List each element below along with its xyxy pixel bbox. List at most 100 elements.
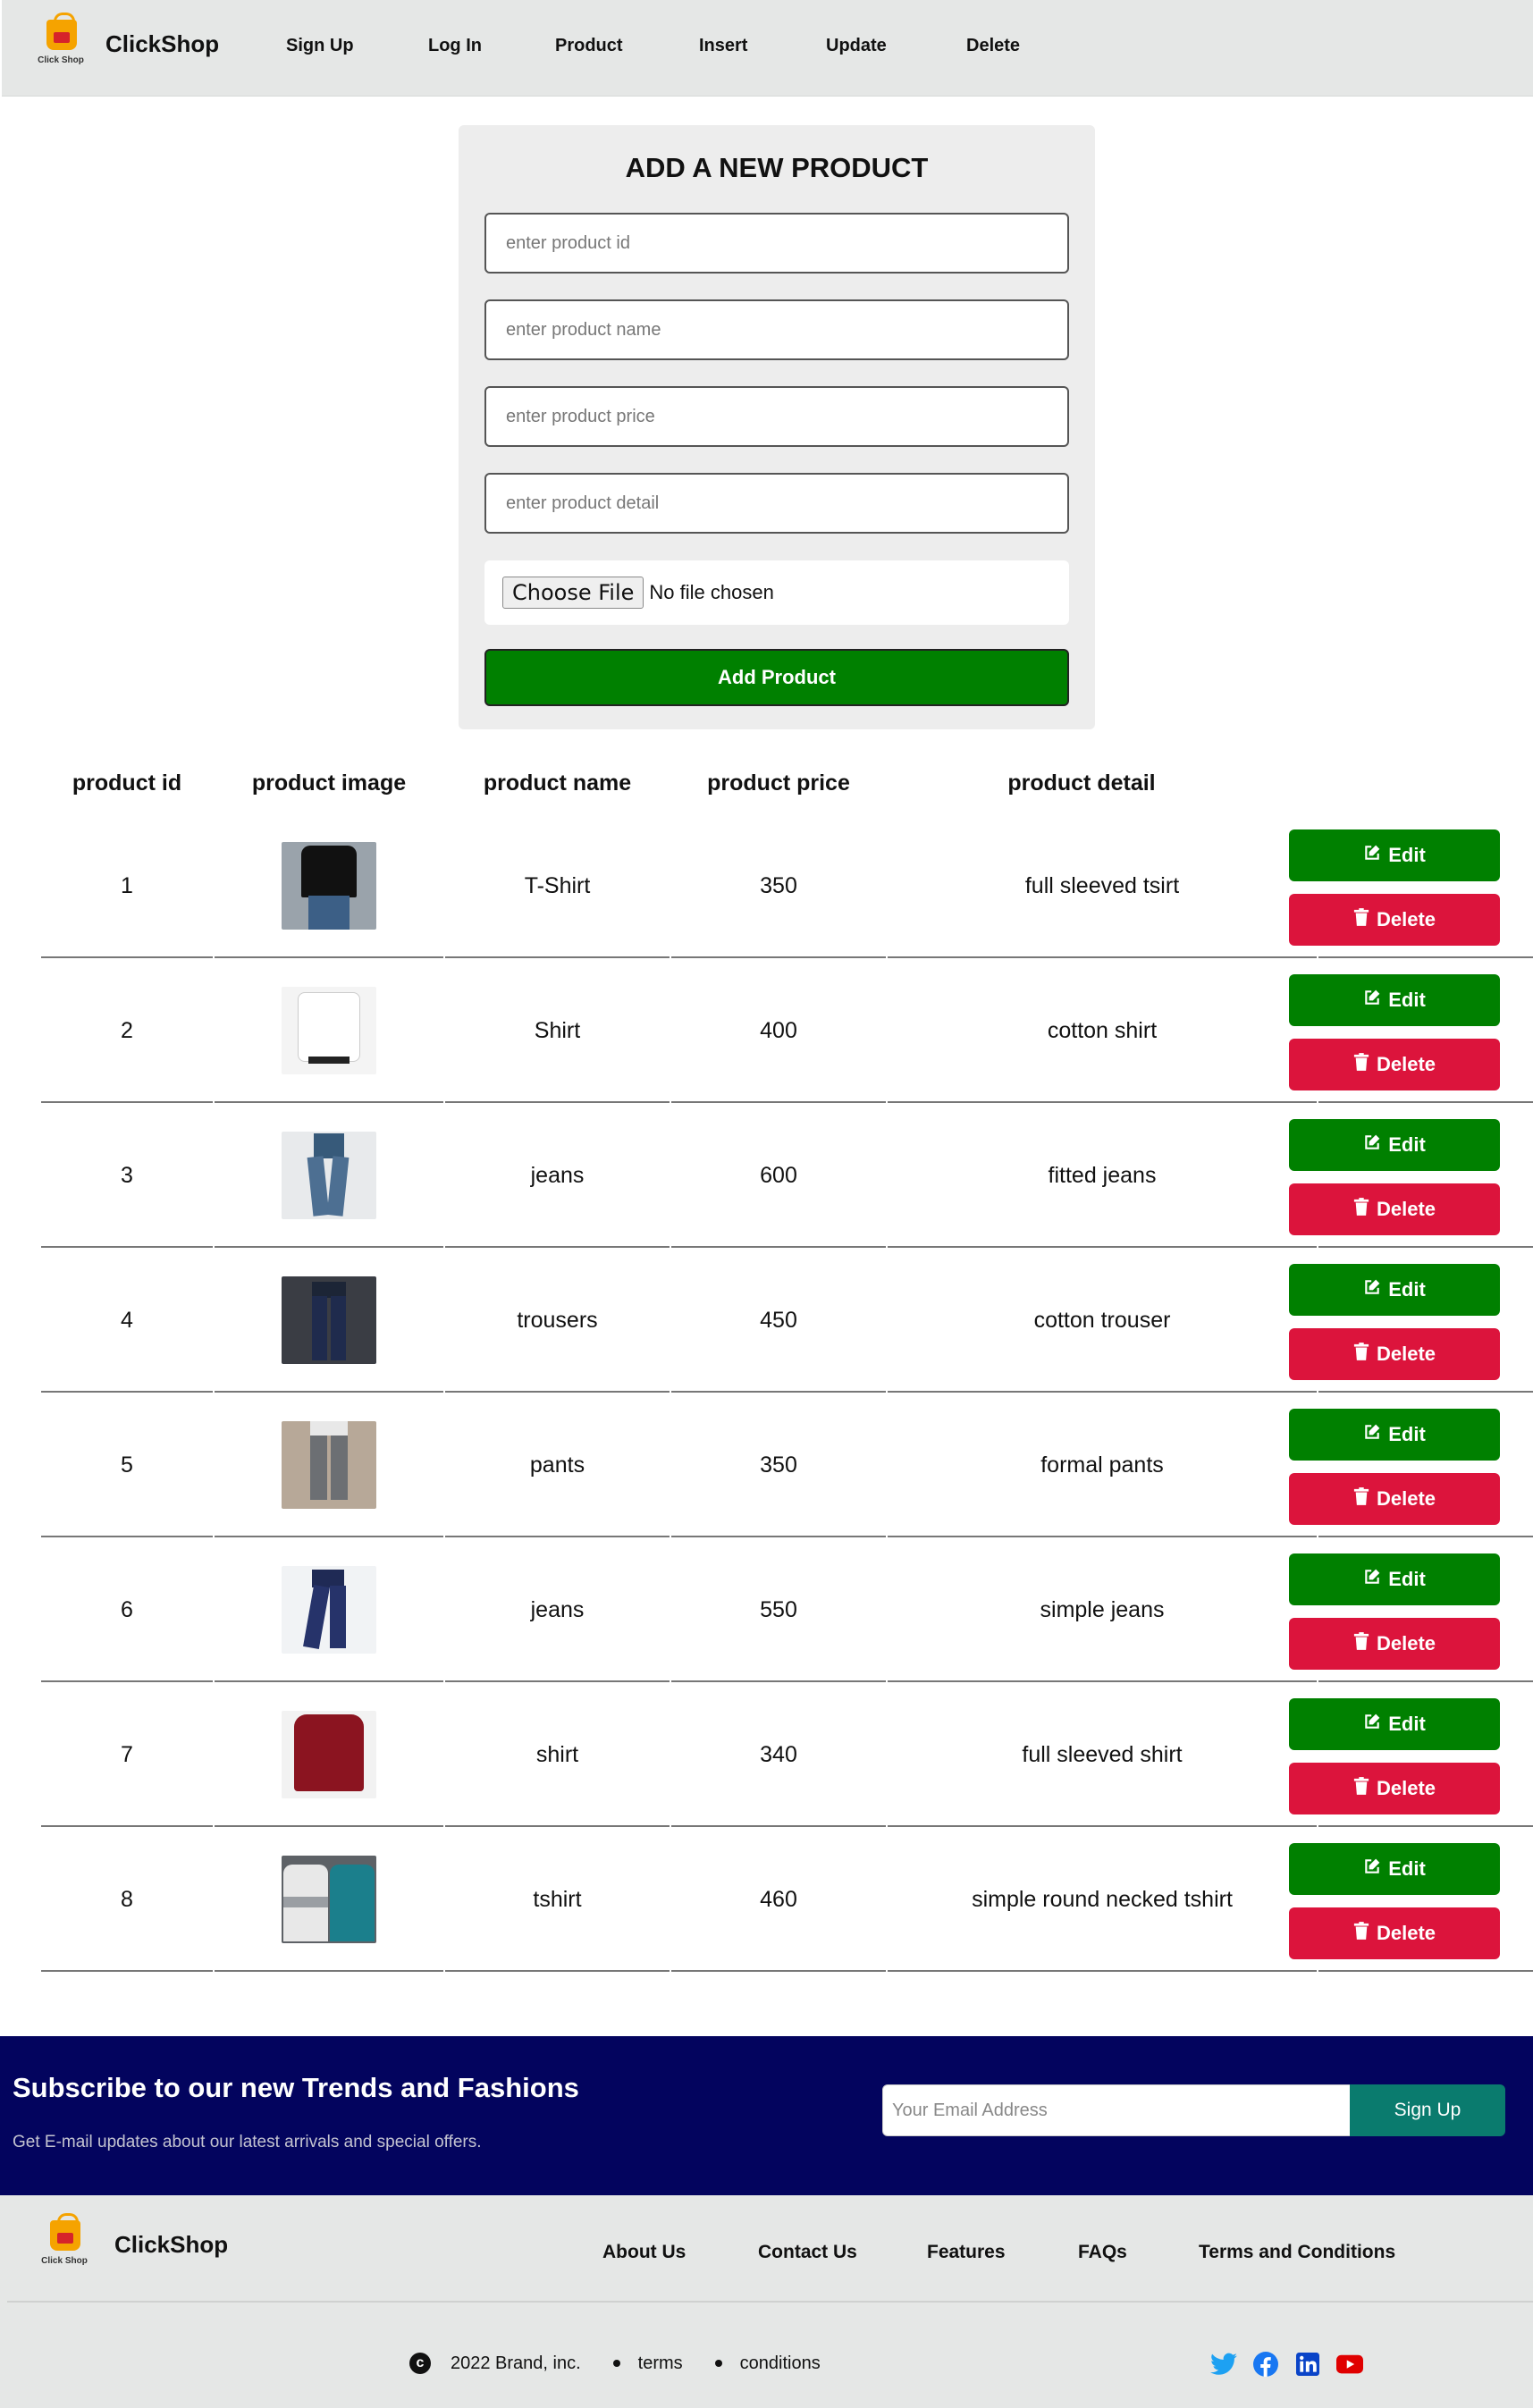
delete-label: Delete xyxy=(1376,1632,1436,1654)
subscribe-sign-up-button[interactable]: Sign Up xyxy=(1350,2084,1505,2136)
email-input[interactable] xyxy=(882,2084,1351,2136)
delete-button[interactable]: Delete xyxy=(1289,1328,1500,1380)
facebook-icon[interactable] xyxy=(1252,2351,1279,2378)
footer-contact-us[interactable]: Contact Us xyxy=(758,2242,927,2263)
table-row: 3 jeans 600 fitted jeans Edit Delete xyxy=(41,1103,1533,1248)
footer-terms-and-conditions[interactable]: Terms and Conditions xyxy=(1199,2242,1395,2263)
cell-product-detail: fitted jeans xyxy=(1048,1162,1157,1188)
product-image xyxy=(282,842,376,930)
edit-icon xyxy=(1363,1278,1388,1301)
cell-product-price: 550 xyxy=(760,1596,797,1622)
delete-button[interactable]: Delete xyxy=(1289,1183,1500,1235)
trash-icon xyxy=(1353,1198,1377,1221)
youtube-icon[interactable] xyxy=(1336,2351,1363,2378)
edit-button[interactable]: Edit xyxy=(1289,829,1500,881)
cell-product-name: shirt xyxy=(535,1741,579,1767)
edit-icon xyxy=(1363,989,1388,1012)
cell-product-detail: full sleeved shirt xyxy=(1022,1741,1183,1767)
edit-icon xyxy=(1363,1713,1388,1736)
table-row: 6 jeans 550 simple jeans Edit Delete xyxy=(41,1537,1533,1682)
edit-button[interactable]: Edit xyxy=(1289,1119,1500,1171)
delete-button[interactable]: Delete xyxy=(1289,1039,1500,1090)
product-image xyxy=(282,987,376,1074)
delete-button[interactable]: Delete xyxy=(1289,894,1500,946)
header-product-detail: product detail xyxy=(1007,770,1156,796)
nav-insert[interactable]: Insert xyxy=(699,36,826,56)
cell-product-id: 7 xyxy=(121,1741,133,1767)
delete-button[interactable]: Delete xyxy=(1289,1763,1500,1814)
trash-icon xyxy=(1353,1343,1377,1366)
brand-name: ClickShop xyxy=(105,29,220,57)
footer-brand[interactable]: Click Shop ClickShop xyxy=(36,2213,228,2272)
header-product-image: product image xyxy=(251,770,407,796)
brand[interactable]: Click Shop ClickShop xyxy=(32,13,220,72)
edit-button[interactable]: Edit xyxy=(1289,974,1500,1026)
product-image xyxy=(282,1421,376,1509)
nav-delete[interactable]: Delete xyxy=(966,36,1020,56)
choose-file-button[interactable]: Choose File xyxy=(502,577,644,609)
product-name-input[interactable] xyxy=(484,299,1069,360)
cell-product-price: 350 xyxy=(760,1452,797,1478)
table-row: 1 T-Shirt 350 full sleeved tsirt Edit Delete xyxy=(41,813,1533,958)
edit-icon xyxy=(1363,1568,1388,1591)
trash-icon xyxy=(1353,1922,1377,1945)
cell-product-price: 600 xyxy=(760,1162,797,1188)
delete-button[interactable]: Delete xyxy=(1289,1907,1500,1959)
delete-label: Delete xyxy=(1376,1198,1436,1220)
edit-button[interactable]: Edit xyxy=(1289,1843,1500,1895)
cell-product-name: trousers xyxy=(517,1307,598,1333)
cell-product-price: 450 xyxy=(760,1307,797,1333)
product-id-input[interactable] xyxy=(484,213,1069,274)
product-image xyxy=(282,1276,376,1364)
delete-button[interactable]: Delete xyxy=(1289,1473,1500,1525)
dot-separator xyxy=(612,2360,620,2367)
edit-button[interactable]: Edit xyxy=(1289,1698,1500,1750)
table-row: 4 trousers 450 cotton trouser Edit Delete xyxy=(41,1248,1533,1393)
product-detail-input[interactable] xyxy=(484,473,1069,534)
footer-features[interactable]: Features xyxy=(927,2242,1078,2263)
edit-button[interactable]: Edit xyxy=(1289,1264,1500,1316)
delete-label: Delete xyxy=(1376,1777,1436,1799)
cell-product-price: 400 xyxy=(760,1017,797,1043)
twitter-icon[interactable] xyxy=(1210,2351,1237,2378)
edit-label: Edit xyxy=(1388,844,1426,866)
edit-icon xyxy=(1363,1857,1388,1881)
add-product-button[interactable]: Add Product xyxy=(484,649,1069,706)
cell-product-name: pants xyxy=(529,1452,585,1478)
product-price-input[interactable] xyxy=(484,386,1069,447)
edit-icon xyxy=(1363,1423,1388,1446)
row-divider xyxy=(888,1970,1317,1972)
edit-button[interactable]: Edit xyxy=(1289,1409,1500,1461)
row-divider xyxy=(1318,1970,1533,1972)
nav-product[interactable]: Product xyxy=(555,36,699,56)
delete-label: Delete xyxy=(1376,908,1436,930)
terms-link[interactable]: terms xyxy=(638,2353,683,2374)
row-divider xyxy=(671,1970,886,1972)
footer-about-us[interactable]: About Us xyxy=(602,2242,758,2263)
table-row: 7 shirt 340 full sleeved shirt Edit Delete xyxy=(41,1682,1533,1827)
logo-caption: Click Shop xyxy=(38,55,84,65)
edit-label: Edit xyxy=(1388,989,1426,1011)
nav-update[interactable]: Update xyxy=(826,36,966,56)
cell-product-name: tshirt xyxy=(533,1886,582,1912)
delete-button[interactable]: Delete xyxy=(1289,1618,1500,1670)
conditions-link[interactable]: conditions xyxy=(740,2353,821,2374)
cell-product-detail: simple jeans xyxy=(1040,1596,1165,1622)
file-upload: Choose File No file chosen xyxy=(484,560,1069,625)
top-navbar: Click Shop ClickShop Sign Up Log In Prod… xyxy=(2,0,1533,97)
footer-faqs[interactable]: FAQs xyxy=(1078,2242,1199,2263)
edit-button[interactable]: Edit xyxy=(1289,1553,1500,1605)
header-product-id: product id xyxy=(72,770,182,796)
linkedin-icon[interactable] xyxy=(1294,2351,1321,2378)
cell-product-id: 8 xyxy=(121,1886,133,1912)
cell-product-image xyxy=(215,1682,443,1827)
edit-label: Edit xyxy=(1388,1857,1426,1880)
nav-log-in[interactable]: Log In xyxy=(428,36,555,56)
cell-product-detail: formal pants xyxy=(1040,1452,1164,1478)
cell-product-image xyxy=(215,1248,443,1393)
trash-icon xyxy=(1353,1487,1377,1511)
copyright: c 2022 Brand, inc. terms conditions xyxy=(409,2353,821,2374)
cell-product-image xyxy=(215,813,443,958)
clickshop-logo: Click Shop xyxy=(32,13,89,72)
nav-sign-up[interactable]: Sign Up xyxy=(286,36,428,56)
